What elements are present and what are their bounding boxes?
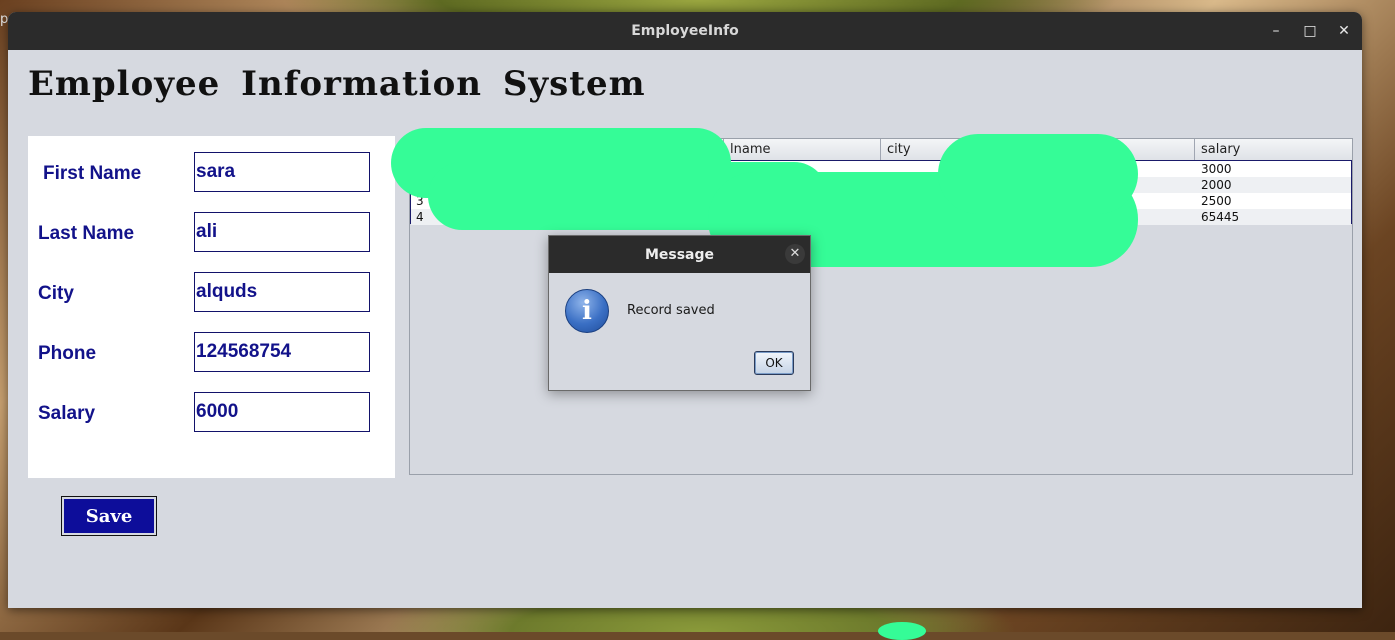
- last-name-label: Last Name: [38, 223, 135, 244]
- cell-salary: 3000: [1201, 162, 1232, 176]
- close-icon[interactable]: ✕: [1333, 20, 1355, 42]
- employee-form: First Name Last Name City Phone Salary: [28, 136, 395, 478]
- phone-field[interactable]: [194, 332, 370, 372]
- close-icon[interactable]: ✕: [785, 244, 805, 264]
- redaction-mark: [878, 622, 926, 640]
- first-name-label: First Name: [43, 163, 142, 184]
- column-header-lname[interactable]: lname: [724, 139, 881, 160]
- city-field[interactable]: [194, 272, 370, 312]
- cell-salary: 2000: [1201, 178, 1232, 192]
- phone-label: Phone: [38, 343, 97, 364]
- cell-salary: 65445: [1201, 210, 1240, 224]
- window-title: EmployeeInfo: [631, 23, 739, 39]
- info-icon: i: [565, 289, 609, 333]
- save-button-label: Save: [64, 499, 154, 533]
- cell-salary: 2500: [1201, 194, 1232, 208]
- city-label: City: [38, 283, 74, 304]
- ok-button[interactable]: OK: [754, 351, 794, 375]
- salary-label: Salary: [38, 403, 96, 424]
- maximize-icon[interactable]: □: [1299, 20, 1321, 42]
- dialog-title: Message: [644, 247, 715, 263]
- cell-id: 4: [416, 210, 424, 224]
- window-titlebar[interactable]: EmployeeInfo – □ ✕: [8, 12, 1362, 50]
- dialog-message: Record saved: [627, 303, 715, 318]
- redaction-mark: [938, 134, 1138, 214]
- dialog-titlebar[interactable]: Message ✕: [549, 236, 810, 273]
- save-button[interactable]: Save: [61, 496, 157, 536]
- column-header-salary[interactable]: salary: [1195, 139, 1352, 160]
- first-name-field[interactable]: [194, 152, 370, 192]
- last-name-field[interactable]: [194, 212, 370, 252]
- message-dialog: Message ✕ i Record saved OK: [548, 235, 811, 391]
- minimize-icon[interactable]: –: [1265, 20, 1287, 42]
- page-title: Employee Information System: [28, 64, 646, 104]
- salary-field[interactable]: [194, 392, 370, 432]
